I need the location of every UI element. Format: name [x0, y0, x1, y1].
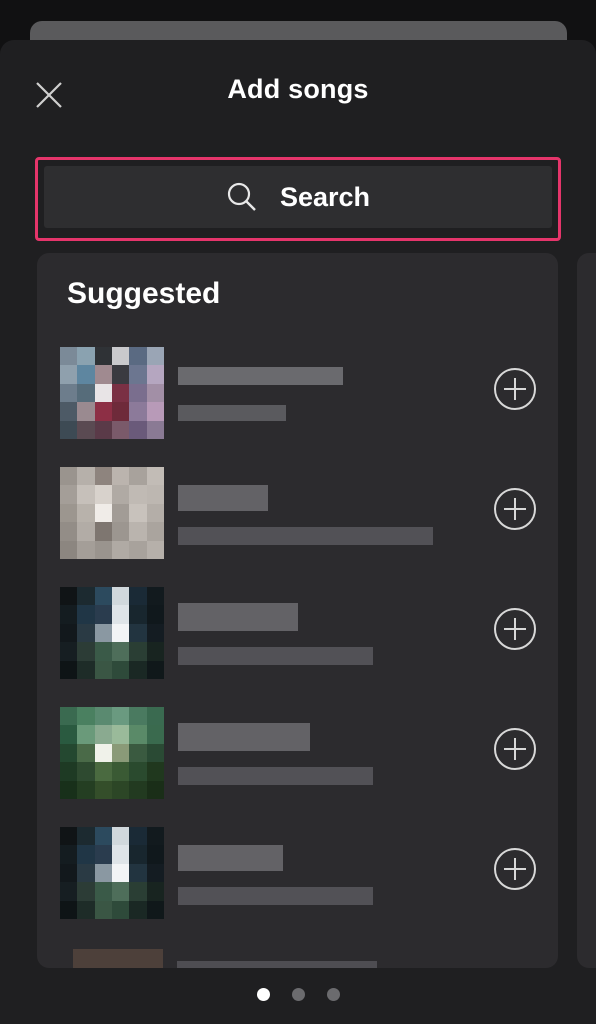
next-card-peek: [577, 253, 596, 968]
add-song-button[interactable]: [494, 728, 536, 770]
album-art: [60, 347, 164, 439]
album-art: [60, 707, 164, 799]
album-art: [60, 587, 164, 679]
track-artist-blurred: [178, 887, 373, 905]
page-title: Add songs: [227, 74, 369, 104]
track-title-blurred: [178, 485, 268, 511]
suggested-card: Suggested: [37, 253, 558, 968]
search-icon: [227, 182, 256, 211]
add-song-button[interactable]: [494, 608, 536, 650]
album-art: [60, 827, 164, 919]
partial-album-art: [73, 949, 163, 968]
page-dot-1[interactable]: [256, 988, 270, 1001]
list-item[interactable]: [37, 347, 558, 441]
list-item[interactable]: [37, 587, 558, 681]
add-song-button[interactable]: [494, 848, 536, 890]
track-title-blurred: [178, 603, 298, 631]
search-label: Search: [279, 181, 371, 212]
add-song-button[interactable]: [494, 368, 536, 410]
page-dot-3[interactable]: [326, 988, 340, 1001]
search-input[interactable]: Search: [44, 166, 552, 228]
partial-track-title-blurred: [177, 961, 377, 968]
track-artist-blurred: [178, 405, 286, 421]
list-item[interactable]: [37, 467, 558, 561]
suggested-heading: Suggested: [67, 277, 221, 310]
page-dot-2[interactable]: [291, 988, 305, 1001]
track-artist-blurred: [178, 647, 373, 665]
list-item[interactable]: [37, 707, 558, 801]
track-title-blurred: [178, 367, 343, 385]
album-art: [60, 467, 164, 559]
page-indicator: [0, 988, 596, 1001]
track-title-blurred: [178, 723, 310, 751]
add-song-button[interactable]: [494, 488, 536, 530]
track-artist-blurred: [178, 527, 433, 545]
track-artist-blurred: [178, 767, 373, 785]
track-title-blurred: [178, 845, 283, 871]
list-item[interactable]: [37, 827, 558, 921]
